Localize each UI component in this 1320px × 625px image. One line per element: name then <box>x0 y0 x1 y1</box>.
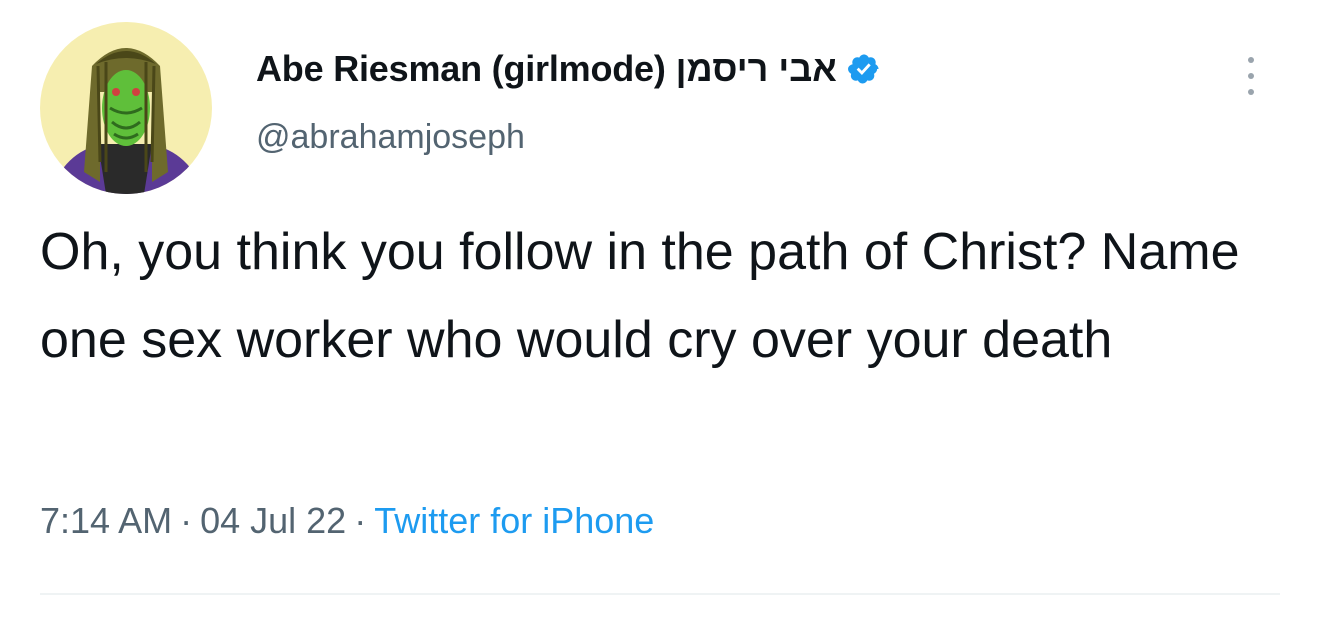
tweet-metadata: 7:14 AM · 04 Jul 22 · Twitter for iPhone <box>40 500 654 542</box>
author-display-name[interactable]: Abe Riesman (girlmode) <box>256 48 666 90</box>
author-handle[interactable]: @abrahamjoseph <box>256 118 525 157</box>
tweet-card: Abe Riesman (girlmode) אבי ריסמן @abraha… <box>0 0 1320 625</box>
tweet-time[interactable]: 7:14 AM <box>40 500 172 541</box>
author-hebrew-name[interactable]: אבי ריסמן <box>676 48 837 90</box>
avatar[interactable] <box>40 22 212 194</box>
more-options-icon[interactable] <box>1236 46 1266 106</box>
divider <box>40 593 1280 595</box>
avatar-illustration-icon <box>40 22 212 194</box>
verified-badge-icon <box>847 54 879 84</box>
tweet-source-link[interactable]: Twitter for iPhone <box>374 500 654 541</box>
author-name-row: Abe Riesman (girlmode) אבי ריסמן <box>256 44 881 94</box>
tweet-date[interactable]: 04 Jul 22 <box>200 500 346 541</box>
metadata-separator: · <box>354 500 367 541</box>
tweet-text: Oh, you think you follow in the path of … <box>40 223 1240 369</box>
metadata-separator: · <box>180 500 193 541</box>
